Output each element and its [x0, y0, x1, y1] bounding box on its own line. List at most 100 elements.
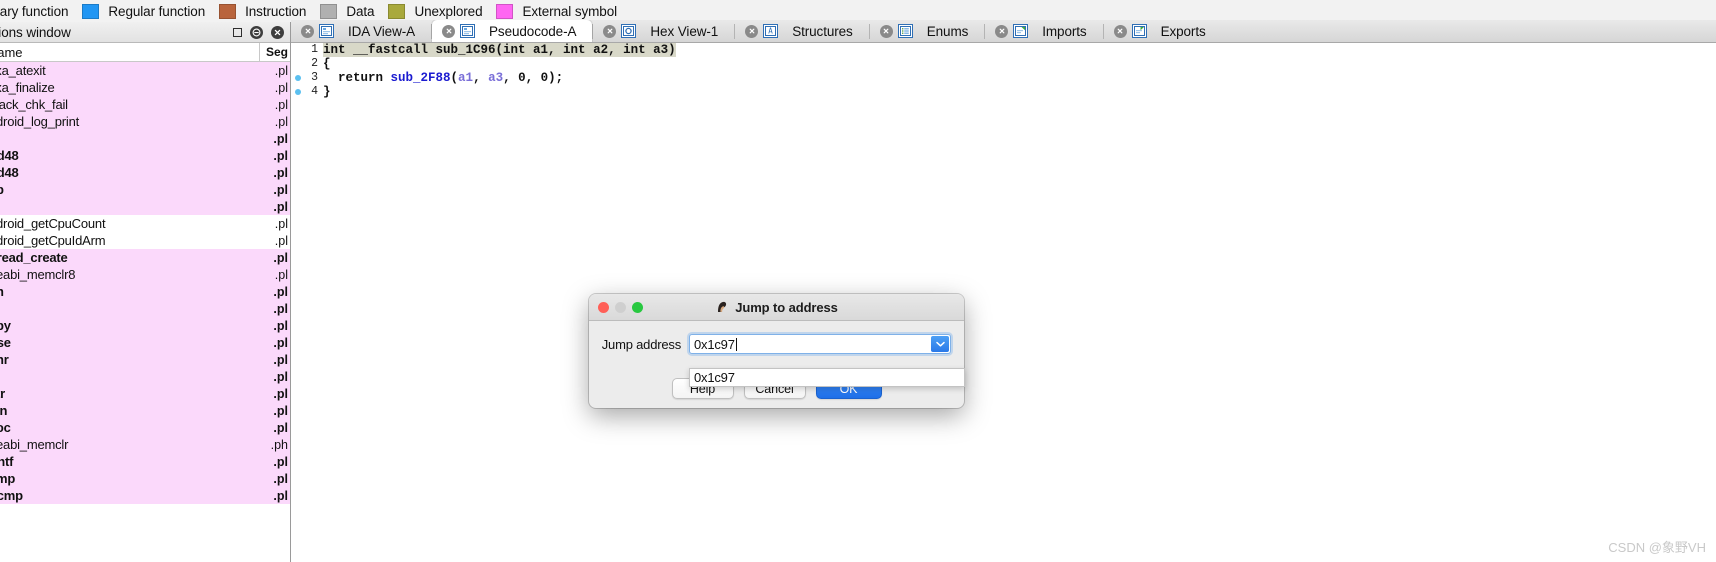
window-traffic-lights — [598, 301, 643, 313]
line-number: 2 — [311, 57, 318, 70]
code-line[interactable]: 2{ — [292, 57, 1716, 71]
tab-enums[interactable]: Enums — [870, 20, 985, 42]
function-list-row[interactable]: cmp .pl — [0, 470, 290, 487]
function-segment: .pl — [273, 182, 288, 197]
tab-exports[interactable]: Exports — [1104, 20, 1222, 42]
function-segment: .pl — [273, 148, 288, 163]
legend-label-regular-function: Regular function — [108, 3, 206, 19]
function-list-row[interactable]: cpy .pl — [0, 317, 290, 334]
function-segment: .pl — [273, 488, 288, 503]
code-line[interactable]: 1 int __fastcall sub_1C96(int a1, int a2,… — [292, 43, 1716, 57]
tab-close-icon[interactable] — [745, 24, 759, 38]
minimize-icon[interactable] — [250, 26, 263, 39]
function-segment: .pl — [273, 165, 288, 180]
function-list-row[interactable]: hread_create .pl — [0, 249, 290, 266]
function-list-row[interactable]: ndroid_getCpuIdArm .pl — [0, 232, 290, 249]
function-list-row[interactable]: chr .pl — [0, 351, 290, 368]
function-list-row[interactable]: en .pl — [0, 283, 290, 300]
tab-close-icon[interactable] — [1113, 24, 1127, 38]
function-segment: .pl — [273, 131, 288, 146]
function-name: aeabi_memclr8 — [0, 267, 76, 282]
jump-address-dropdown[interactable]: 0x1c97 — [689, 368, 965, 387]
maximize-icon[interactable] — [233, 28, 242, 37]
function-segment: .pl — [273, 352, 288, 367]
function-list-row[interactable]: ncmp .pl — [0, 487, 290, 504]
minimize-window-icon[interactable] — [615, 301, 626, 313]
hex-view-icon — [621, 24, 637, 38]
breakpoint-marker-icon[interactable] — [292, 85, 304, 99]
function-list-row[interactable]: aeabi_memclr8 .pl — [0, 266, 290, 283]
function-segment: .pl — [273, 369, 288, 384]
function-name: ndroid_getCpuCount — [0, 216, 106, 231]
close-window-icon[interactable] — [598, 301, 609, 313]
jump-address-input[interactable]: 0x1c97 — [689, 334, 951, 354]
functions-list[interactable]: cxa_atexit.plcxa_finalize.plstack_chk_fa… — [0, 62, 290, 504]
breakpoint-marker-icon[interactable] — [292, 71, 304, 85]
function-list-row[interactable]: f.pl — [0, 368, 290, 385]
chevron-down-icon[interactable] — [931, 336, 949, 352]
function-list-row[interactable]: str .pl — [0, 385, 290, 402]
tab-imports[interactable]: Imports — [985, 20, 1102, 42]
code-line[interactable]: 4} — [292, 85, 1716, 99]
tab-close-icon[interactable] — [995, 24, 1009, 38]
dialog-title: Jump to address — [735, 299, 838, 315]
dropdown-option[interactable]: 0x1c97 — [690, 369, 964, 386]
function-segment: .pl — [273, 454, 288, 469]
function-list-row[interactable]: ep .pl — [0, 181, 290, 198]
view-tabbar[interactable]: IDA View-A Pseudocode-A Hex View-1 A Structu… — [291, 20, 1716, 43]
tab-close-icon[interactable] — [442, 24, 456, 38]
function-segment: .pl — [273, 199, 288, 214]
function-list-row[interactable]: len .pl — [0, 402, 290, 419]
function-segment: .pl — [274, 63, 288, 78]
function-list-row[interactable]: nd48 .pl — [0, 164, 290, 181]
tab-hex-view-1[interactable]: Hex View-1 — [593, 20, 734, 42]
legend-label-data: Data — [346, 3, 375, 19]
pseudocode-view[interactable]: 1 int __fastcall sub_1C96(int a1, int a2,… — [292, 43, 1716, 562]
ida-view-icon — [319, 24, 334, 38]
function-name: cmp — [0, 471, 16, 486]
line-number: 4 — [311, 85, 318, 98]
function-list-row[interactable]: stack_chk_fail .pl — [0, 96, 290, 113]
tab-close-icon[interactable] — [879, 24, 893, 38]
function-list-row[interactable]: ndroid_log_print .pl — [0, 113, 290, 130]
function-list-row[interactable]: aeabi_memclr .ph — [0, 436, 290, 453]
dialog-body: Jump address 0x1c97 0x1c97 Help Cancel OK — [589, 321, 965, 409]
code-line[interactable]: 3 return sub_2F88(a1, a3, 0, 0); — [292, 71, 1716, 85]
function-list-row[interactable]: t.pl — [0, 198, 290, 215]
function-list-row[interactable]: e.pl — [0, 130, 290, 147]
function-segment: .pl — [274, 233, 288, 248]
breakpoint-marker-icon[interactable] — [292, 43, 304, 57]
line-number: 1 — [311, 43, 318, 56]
function-name: stack_chk_fail — [0, 97, 68, 112]
functions-window-panel: ctions window name Seg cxa_atexit.plcxa_… — [0, 22, 291, 562]
function-list-row[interactable]: rintf .pl — [0, 453, 290, 470]
tab-close-icon[interactable] — [301, 24, 314, 38]
dialog-titlebar[interactable]: Jump to address — [589, 294, 964, 321]
function-list-row[interactable]: ts.pl — [0, 300, 290, 317]
pseudocode-icon — [460, 24, 476, 38]
tab-label: IDA View-A — [348, 23, 416, 39]
tab-ida-view-a[interactable]: IDA View-A — [291, 20, 431, 42]
function-list-row[interactable]: ndroid_getCpuCount .pl — [0, 215, 290, 232]
function-list-row[interactable]: nd48 .pl — [0, 147, 290, 164]
functions-window-titlebar: ctions window — [0, 22, 290, 43]
zoom-window-icon[interactable] — [632, 301, 643, 313]
function-list-row[interactable]: cxa_atexit .pl — [0, 62, 290, 79]
tab-label: Exports — [1160, 23, 1206, 39]
svg-text:A: A — [768, 27, 773, 36]
function-name: ose — [0, 335, 11, 350]
function-name: nd48 — [0, 148, 19, 163]
function-name: cxa_atexit — [0, 63, 46, 78]
jump-address-label: Jump address — [601, 336, 681, 352]
column-header-segment: Seg — [258, 42, 288, 62]
breakpoint-marker-icon[interactable] — [292, 57, 304, 71]
function-name: ndroid_getCpuIdArm — [0, 233, 106, 248]
function-list-row[interactable]: lloc .pl — [0, 419, 290, 436]
tab-pseudocode-a[interactable]: Pseudocode-A — [432, 20, 593, 42]
function-list-row[interactable]: ose .pl — [0, 334, 290, 351]
tab-structures[interactable]: A Structures — [735, 20, 869, 42]
function-segment: .pl — [274, 216, 288, 231]
tab-close-icon[interactable] — [603, 24, 617, 38]
function-list-row[interactable]: cxa_finalize .pl — [0, 79, 290, 96]
close-icon[interactable] — [271, 26, 284, 39]
